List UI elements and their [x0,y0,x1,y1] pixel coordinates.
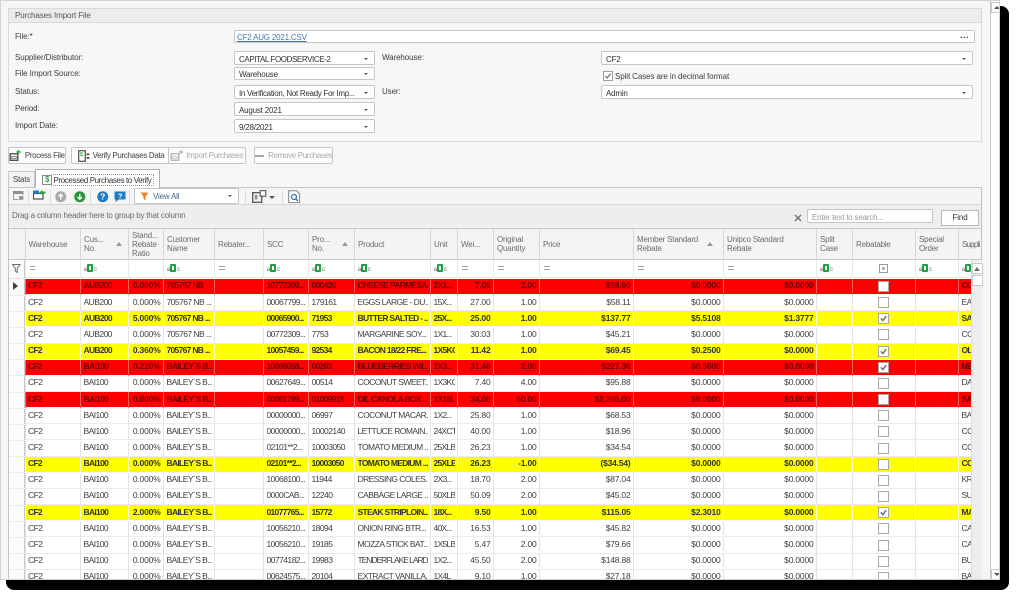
svg-text:?: ? [117,191,122,200]
svg-text:?: ? [100,191,105,201]
